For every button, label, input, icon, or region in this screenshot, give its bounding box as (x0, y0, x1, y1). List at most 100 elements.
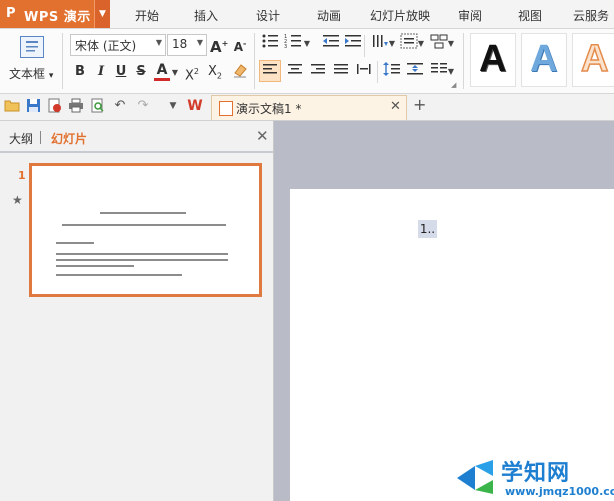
print-icon[interactable] (68, 98, 84, 114)
site-watermark: 学知网 www.jmqz1000.com (455, 452, 614, 501)
grow-font-label: A (210, 38, 222, 56)
divider (364, 35, 365, 57)
shrink-font-button[interactable]: A- (231, 34, 249, 54)
add-tab-icon[interactable]: + (413, 95, 426, 114)
export-pdf-icon[interactable] (46, 98, 62, 114)
font-color-dropdown-icon[interactable]: ▼ (170, 62, 180, 84)
undo-icon[interactable]: ↶ (112, 98, 128, 114)
watermark-url: www.jmqz1000.com (505, 485, 614, 498)
tab-outline[interactable]: 大纲 (9, 130, 33, 147)
slides-panel: 大纲 幻灯片 ✕ 1 ★ (0, 121, 274, 501)
menu-bar: P WPS 演示 ▼ 开始 插入 设计 动画 幻灯片放映 审阅 视图 云服务 (0, 0, 614, 29)
tab-review[interactable]: 审阅 (458, 7, 482, 24)
font-name-value: 宋体 (正文) (75, 39, 137, 53)
tab-animation[interactable]: 动画 (317, 7, 341, 24)
open-icon[interactable] (4, 98, 20, 114)
svg-text:3: 3 (284, 44, 287, 49)
superscript-mark: 2 (193, 67, 199, 76)
numbered-list-icon[interactable]: 123 (282, 33, 304, 55)
divider (62, 33, 63, 89)
line-spacing-icon[interactable] (381, 61, 403, 83)
distribute-icon[interactable] (353, 61, 375, 83)
align-left-icon[interactable] (259, 60, 281, 82)
tab-slideshow[interactable]: 幻灯片放映 (370, 7, 430, 24)
textbox-button[interactable]: 文本框 ▾ (9, 65, 53, 82)
chevron-down-icon: ▼ (196, 38, 203, 47)
subscript-label: X (208, 64, 217, 79)
wps-logo-icon[interactable]: W (187, 98, 203, 114)
app-menu-dropdown-icon[interactable]: ▼ (94, 0, 110, 28)
watermark-logo-icon (457, 460, 493, 494)
textbox-icon[interactable] (20, 36, 44, 58)
tab-slides[interactable]: 幻灯片 (51, 130, 87, 147)
slide-number: 1 (18, 169, 26, 182)
thumb-text-line (56, 274, 182, 276)
textbox-dropdown-icon[interactable]: ▾ (49, 71, 54, 81)
thumb-text-line (56, 242, 94, 244)
textbox-label: 文本框 (9, 67, 46, 81)
thumb-text-line (56, 265, 134, 267)
tab-cloud-service[interactable]: 云服务 (573, 7, 609, 24)
presentation-file-icon (219, 101, 233, 116)
strikethrough-button[interactable]: S (133, 62, 149, 82)
paragraph-spacing-icon[interactable] (404, 61, 426, 83)
close-icon[interactable]: ✕ (256, 127, 269, 145)
thumb-text-line (62, 224, 226, 226)
divider (254, 33, 255, 89)
grow-font-button[interactable]: A+ (210, 34, 228, 56)
font-size-value: 18 (172, 37, 188, 51)
bold-button[interactable]: B (72, 62, 88, 82)
document-tab[interactable]: 演示文稿1 * ✕ (211, 95, 407, 120)
font-color-button[interactable]: A (154, 61, 170, 81)
align-center-icon[interactable] (284, 61, 306, 83)
chevron-down-icon[interactable]: ▼ (387, 33, 397, 55)
divider (463, 33, 464, 89)
divider (40, 131, 41, 144)
tab-home[interactable]: 开始 (135, 7, 159, 24)
customize-quick-access-icon[interactable]: ▼ (165, 98, 181, 114)
subscript-mark: 2 (216, 71, 222, 81)
redo-icon[interactable]: ↷ (135, 98, 151, 114)
shrink-font-label: A (233, 40, 243, 54)
text-placeholder[interactable]: 1.. (418, 220, 437, 238)
tab-insert[interactable]: 插入 (194, 7, 218, 24)
chevron-down-icon[interactable]: ▼ (446, 33, 456, 55)
chevron-down-icon[interactable]: ▼ (416, 33, 426, 55)
superscript-button[interactable]: X2 (181, 62, 203, 84)
wordart-sample-orange: A (580, 37, 609, 81)
slide-editor-canvas: 1.. (274, 121, 614, 501)
justify-icon[interactable] (330, 61, 352, 83)
clear-format-icon[interactable] (229, 61, 251, 83)
thumb-text-line (56, 253, 228, 255)
save-icon[interactable] (25, 98, 41, 114)
panel-tabs: 大纲 幻灯片 ✕ (0, 121, 273, 153)
thumb-text-line (56, 259, 228, 261)
underline-button[interactable]: U (113, 62, 129, 82)
increase-indent-icon[interactable] (342, 33, 364, 55)
print-preview-icon[interactable] (89, 98, 105, 114)
thumb-text-line (100, 212, 186, 214)
italic-button[interactable]: I (93, 62, 109, 82)
divider (377, 61, 378, 83)
chevron-down-icon: ▼ (155, 38, 162, 47)
decrease-indent-icon[interactable] (320, 33, 342, 55)
tab-design[interactable]: 设计 (256, 7, 280, 24)
ribbon-toolbar: 文本框 ▾ 宋体 (正文) ▼ 18 ▼ A+ A- B I U S A ▼ X… (0, 29, 614, 94)
align-right-icon[interactable] (307, 61, 329, 83)
slide-thumbnail[interactable] (29, 163, 262, 297)
tab-view[interactable]: 视图 (518, 7, 542, 24)
superscript-label: X (185, 68, 194, 84)
app-menu-button[interactable]: P WPS 演示 ▼ (0, 0, 110, 28)
watermark-brand: 学知网 (501, 461, 571, 486)
app-name: WPS 演示 (24, 10, 91, 25)
font-size-select[interactable]: 18 ▼ (167, 34, 207, 56)
quick-access-bar: ↶ ↷ ▼ W 演示文稿1 * ✕ + (0, 94, 614, 121)
dialog-launcher-icon[interactable]: ◢ (451, 81, 456, 89)
close-icon[interactable]: ✕ (390, 99, 401, 114)
bullet-list-icon[interactable] (259, 33, 281, 55)
chevron-down-icon[interactable]: ▼ (302, 33, 312, 55)
chevron-down-icon[interactable]: ▼ (446, 61, 456, 83)
document-tab-title: 演示文稿1 * (236, 102, 302, 116)
font-name-select[interactable]: 宋体 (正文) ▼ (70, 34, 166, 56)
subscript-button[interactable]: X2 (204, 62, 226, 82)
